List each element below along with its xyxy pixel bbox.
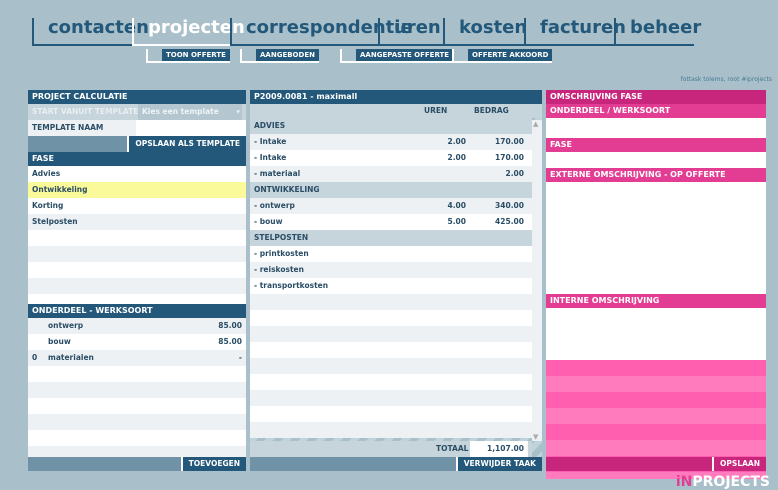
section-header: ADVIES	[250, 118, 532, 134]
total-value: 1,107.00	[470, 441, 528, 457]
intern-label: INTERNE OMSCHRIJVING	[546, 294, 766, 308]
task-row[interactable]: - reiskosten	[250, 262, 532, 278]
inprojects-logo: iNPROJECTS	[675, 474, 770, 490]
fase-field[interactable]	[546, 152, 766, 168]
scrollbar[interactable]: ▲ ▼	[532, 120, 542, 441]
omschrijving-title: OMSCHRIJVING FASE	[546, 90, 766, 104]
fase-item[interactable]: Advies	[28, 166, 246, 182]
section-header: ONTWIKKELING	[250, 182, 532, 198]
tab-uren[interactable]: uren	[378, 18, 444, 46]
subtab-toon-offerte[interactable]: TOON OFFERTE	[146, 49, 230, 63]
fase-item[interactable]: Stelposten	[28, 214, 246, 230]
extern-label: EXTERNE OMSCHRIJVING - OP OFFERTE	[546, 168, 766, 182]
tab-kosten[interactable]: kosten	[443, 18, 527, 46]
task-row[interactable]: - materiaal 2.00	[250, 166, 532, 182]
scroll-up-icon[interactable]: ▲	[533, 120, 538, 128]
tab-contacten[interactable]: contacten	[32, 18, 149, 46]
task-row[interactable]: - printkosten	[250, 246, 532, 262]
extern-textarea[interactable]	[546, 182, 766, 294]
save-template-button[interactable]: OPSLAAN ALS TEMPLATE	[127, 136, 246, 152]
task-row[interactable]: - ontwerp 4.00 340.00	[250, 198, 532, 214]
template-select[interactable]: START VANUIT TEMPLATE Kies een template …	[28, 104, 246, 120]
onderdeel-field[interactable]	[546, 118, 766, 138]
tab-facturen[interactable]: facturen	[524, 18, 626, 46]
subtab-aangepaste-offerte[interactable]: AANGEPASTE OFFERTE	[340, 49, 454, 63]
panel-title: PROJECT CALCULATIE	[28, 90, 246, 104]
project-calculatie-panel: PROJECT CALCULATIE START VANUIT TEMPLATE…	[28, 90, 246, 471]
chevron-down-icon: ▾	[236, 107, 240, 116]
task-row[interactable]: - Intake 2.00 170.00	[250, 150, 532, 166]
section-header: STELPOSTEN	[250, 230, 532, 246]
user-info: fottask tolems, root #iprojects	[680, 76, 772, 83]
werksoort-row[interactable]: 0 materialen -	[28, 350, 246, 366]
total-label: TOTAAL	[436, 444, 469, 453]
task-row[interactable]: - Intake 2.00 170.00	[250, 134, 532, 150]
intern-textarea[interactable]	[546, 308, 766, 360]
fase-header: FASE	[28, 152, 246, 166]
werksoort-row[interactable]: bouw 85.00	[28, 334, 246, 350]
save-button[interactable]: OPSLAAN	[712, 457, 766, 471]
tab-correspondentie[interactable]: correspondentie	[230, 18, 413, 46]
add-button[interactable]: TOEVOEGEN	[180, 457, 246, 471]
onderdeel-label: ONDERDEEL / WERKSOORT	[546, 104, 766, 118]
werksoort-row[interactable]: ontwerp 85.00	[28, 318, 246, 334]
column-headers: UREN BEDRAG	[250, 104, 542, 118]
top-navigation: contacten projecten correspondentie uren…	[0, 0, 778, 90]
subtab-offerte-akkoord[interactable]: OFFERTE AKKOORD	[452, 49, 553, 63]
task-panel: P2009.0081 - maximall UREN BEDRAG ADVIES…	[250, 90, 542, 471]
task-row[interactable]: - transportkosten	[250, 278, 532, 294]
task-row[interactable]: - bouw 5.00 425.00	[250, 214, 532, 230]
subtab-aangeboden[interactable]: AANGEBODEN	[240, 49, 319, 63]
fase-item[interactable]: Korting	[28, 198, 246, 214]
project-title: P2009.0081 - maximall	[250, 90, 542, 104]
template-name-input[interactable]	[136, 120, 246, 136]
scroll-down-icon[interactable]: ▼	[533, 433, 538, 441]
template-name-row: TEMPLATE NAAM	[28, 120, 246, 136]
werksoort-header: ONDERDEEL - WERKSOORT	[28, 304, 246, 318]
delete-task-button[interactable]: VERWIJDER TAAK	[455, 457, 542, 471]
omschrijving-panel: OMSCHRIJVING FASE ONDERDEEL / WERKSOORT …	[546, 90, 766, 479]
tab-projecten[interactable]: projecten	[132, 18, 245, 46]
fase-label: FASE	[546, 138, 766, 152]
tab-beheer[interactable]: beheer	[614, 18, 701, 46]
fase-item-selected[interactable]: Ontwikkeling	[28, 182, 246, 198]
